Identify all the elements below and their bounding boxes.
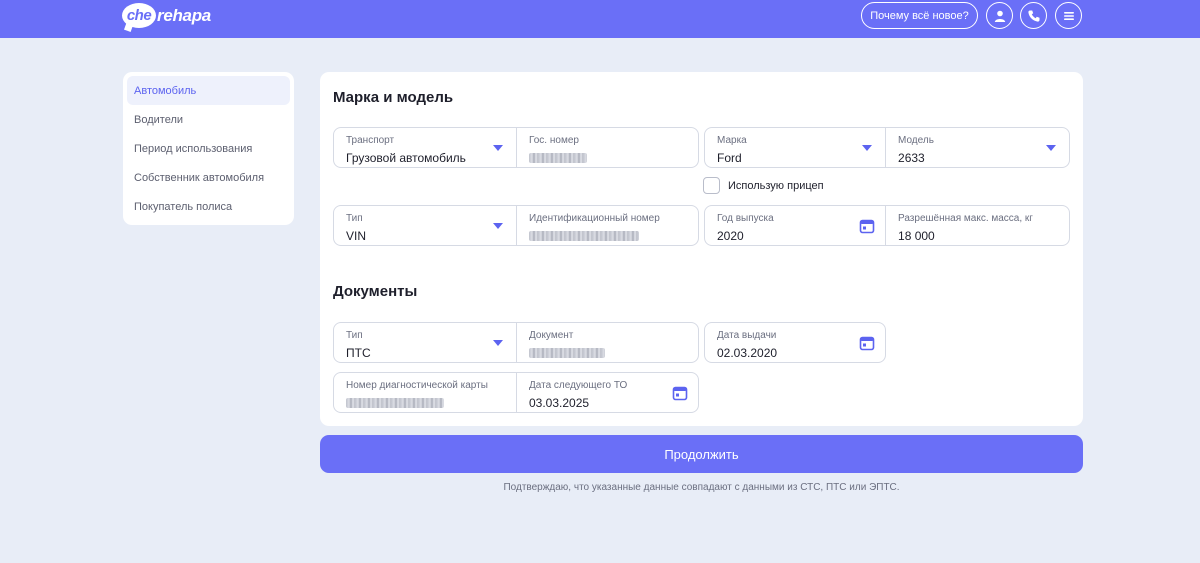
continue-button[interactable]: Продолжить (320, 435, 1083, 473)
document-group: Тип ПТС Документ (333, 322, 699, 363)
next-to-value: 03.03.2025 (529, 396, 590, 410)
trailer-checkbox-row[interactable]: Использую прицеп (703, 177, 824, 194)
brand-select[interactable]: Марка Ford (705, 128, 885, 167)
doc-number-value-redacted (529, 348, 605, 358)
section-title-documents: Документы (333, 283, 418, 300)
id-number-input[interactable]: Идентификационный номер (516, 206, 698, 245)
id-number-value-redacted (529, 231, 639, 241)
logo[interactable]: che rehapa (122, 2, 211, 29)
vehicle-form-card: Марка и модель Транспорт Грузовой автомо… (320, 72, 1083, 426)
max-mass-label: Разрешённая макс. масса, кг (898, 213, 1033, 224)
phone-icon (1027, 10, 1039, 22)
trailer-checkbox[interactable] (703, 177, 720, 194)
sidebar-item-owner[interactable]: Собственник автомобиля (127, 163, 290, 192)
logo-text: rehapa (157, 5, 211, 25)
chevron-down-icon (1046, 145, 1056, 151)
plate-input[interactable]: Гос. номер (516, 128, 698, 167)
doc-type-select[interactable]: Тип ПТС (334, 323, 516, 362)
logo-bubble: che (122, 3, 156, 28)
id-type-select[interactable]: Тип VIN (334, 206, 516, 245)
calendar-icon[interactable] (859, 335, 875, 351)
diag-card-value-redacted (346, 398, 444, 408)
id-type-value: VIN (346, 229, 367, 243)
issue-date-input[interactable]: Дата выдачи 02.03.2020 (705, 323, 885, 362)
chevron-down-icon (493, 145, 503, 151)
top-header: che rehapa Почему всё новое? (0, 0, 1200, 38)
issue-date-value: 02.03.2020 (717, 346, 778, 360)
menu-icon (1063, 11, 1074, 20)
transport-label: Транспорт (346, 135, 395, 146)
next-to-label: Дата следующего ТО (529, 380, 628, 391)
chevron-down-icon (493, 340, 503, 346)
brand-label: Марка (717, 135, 747, 146)
model-value: 2633 (898, 151, 925, 165)
year-value: 2020 (717, 229, 744, 243)
phone-button[interactable] (1020, 2, 1047, 29)
logo-bubble-text: che (126, 7, 152, 24)
user-icon (994, 10, 1005, 22)
doc-number-label: Документ (529, 330, 574, 341)
sidebar-item-vehicle[interactable]: Автомобиль (127, 76, 290, 105)
diag-card-input[interactable]: Номер диагностической карты (334, 373, 516, 412)
trailer-checkbox-label: Использую прицеп (728, 179, 824, 192)
transport-select[interactable]: Транспорт Грузовой автомобиль (334, 128, 516, 167)
max-mass-input[interactable]: Разрешённая макс. масса, кг 18 000 (885, 206, 1069, 245)
chevron-down-icon (493, 223, 503, 229)
transport-plate-group: Транспорт Грузовой автомобиль Гос. номер (333, 127, 699, 168)
why-new-button[interactable]: Почему всё новое? (861, 2, 978, 29)
steps-sidebar: Автомобиль Водители Период использования… (123, 72, 294, 225)
brand-value: Ford (717, 151, 742, 165)
doc-type-value: ПТС (346, 346, 371, 360)
brand-model-group: Марка Ford Модель 2633 (704, 127, 1070, 168)
confirm-text: Подтверждаю, что указанные данные совпад… (503, 482, 900, 493)
plate-value-redacted (529, 153, 587, 163)
issue-date-label: Дата выдачи (717, 330, 777, 341)
doc-number-input[interactable]: Документ (516, 323, 698, 362)
chevron-down-icon (862, 145, 873, 151)
year-label: Год выпуска (717, 213, 774, 224)
id-type-label: Тип (346, 213, 363, 224)
profile-button[interactable] (986, 2, 1013, 29)
menu-button[interactable] (1055, 2, 1082, 29)
max-mass-value: 18 000 (898, 229, 935, 243)
sidebar-item-usage-period[interactable]: Период использования (127, 134, 290, 163)
calendar-icon[interactable] (859, 218, 875, 234)
plate-label: Гос. номер (529, 135, 579, 146)
model-select[interactable]: Модель 2633 (885, 128, 1069, 167)
doc-type-label: Тип (346, 330, 363, 341)
year-mass-group: Год выпуска 2020 Разрешённая макс. масса… (704, 205, 1070, 246)
diag-card-label: Номер диагностической карты (346, 380, 488, 391)
section-title-vehicle: Марка и модель (333, 89, 454, 106)
sidebar-item-drivers[interactable]: Водители (127, 105, 290, 134)
transport-value: Грузовой автомобиль (346, 151, 466, 165)
id-group: Тип VIN Идентификационный номер (333, 205, 699, 246)
next-to-input[interactable]: Дата следующего ТО 03.03.2025 (516, 373, 698, 412)
year-input[interactable]: Год выпуска 2020 (705, 206, 885, 245)
diagnostic-group: Номер диагностической карты Дата следующ… (333, 372, 699, 413)
calendar-icon[interactable] (672, 385, 688, 401)
id-number-label: Идентификационный номер (529, 213, 660, 224)
sidebar-item-buyer[interactable]: Покупатель полиса (127, 192, 290, 221)
model-label: Модель (898, 135, 934, 146)
issue-date-group: Дата выдачи 02.03.2020 (704, 322, 886, 363)
